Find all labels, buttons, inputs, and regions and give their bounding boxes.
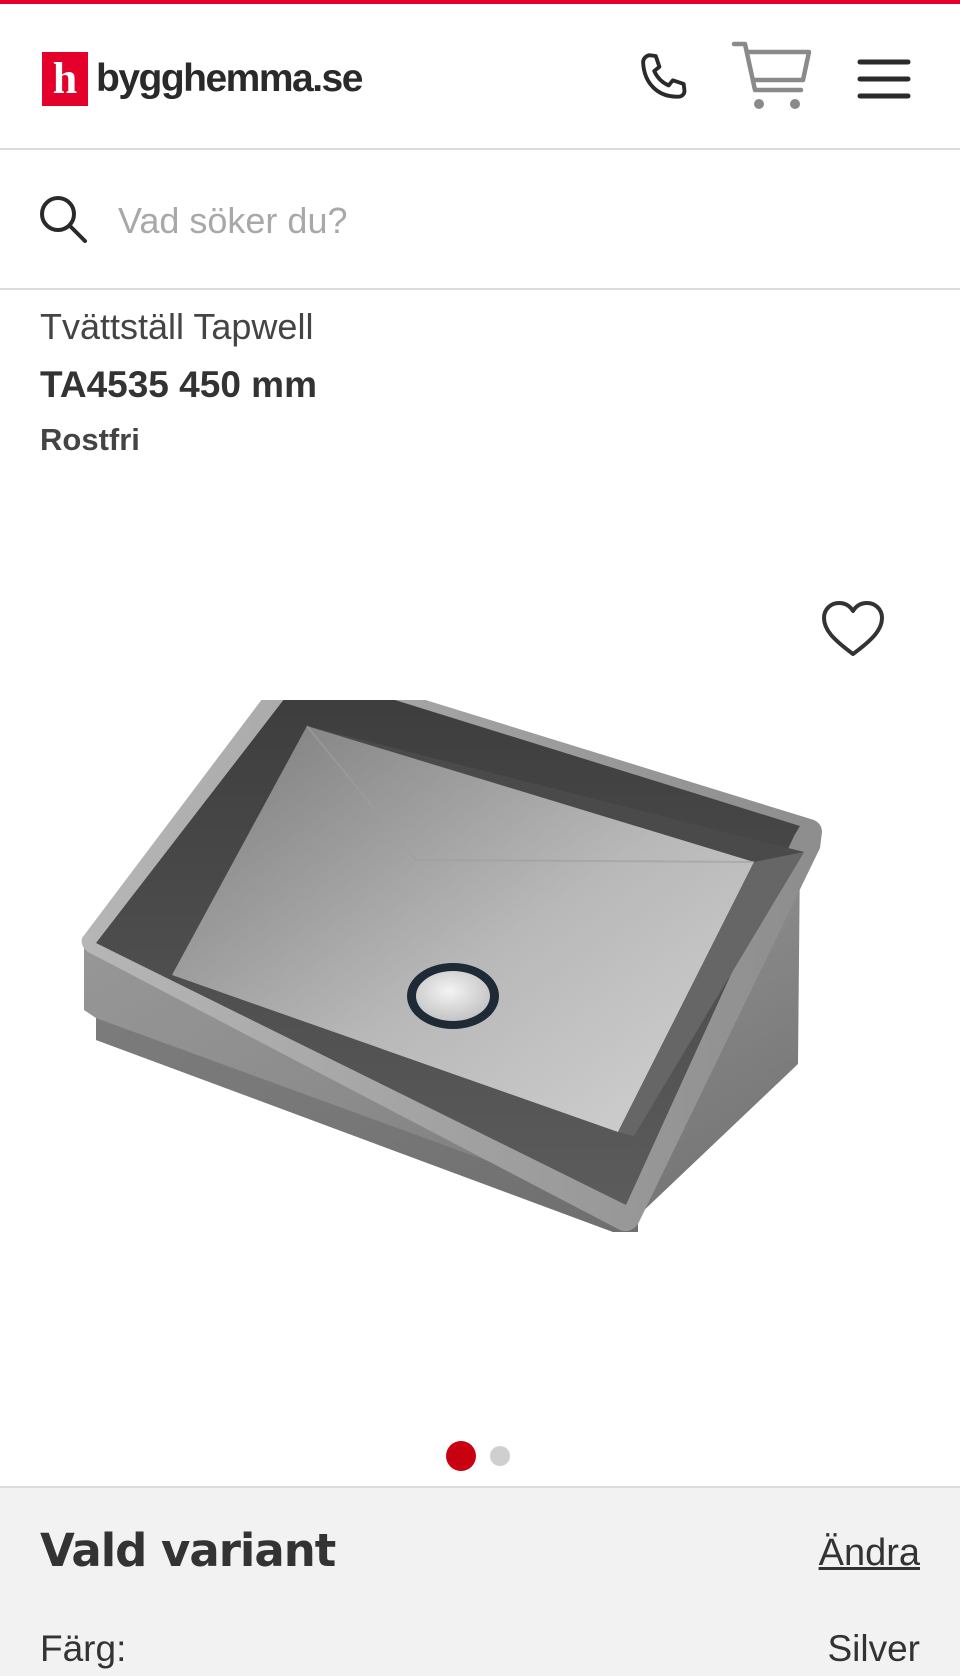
selected-variant-panel: Vald variant Ändra Färg: Silver — [0, 1486, 960, 1676]
change-variant-link[interactable]: Ändra — [819, 1532, 920, 1575]
product-brand-line: Tvättställ Tapwell — [40, 306, 314, 347]
favorite-heart-icon[interactable] — [820, 600, 886, 660]
menu-icon[interactable] — [856, 52, 912, 106]
product-image-sink[interactable] — [78, 659, 878, 1330]
search-input[interactable] — [118, 192, 898, 250]
variant-attribute-value: Silver — [827, 1628, 920, 1669]
cart-icon[interactable] — [730, 36, 814, 118]
carousel-dot-active[interactable] — [446, 1441, 476, 1471]
search-icon[interactable] — [38, 194, 90, 246]
carousel-dot[interactable] — [490, 1446, 510, 1466]
product-model: TA4535 450 mm — [40, 364, 317, 405]
variant-attribute-label: Färg: — [40, 1628, 127, 1669]
site-header: h bygghemma.se — [0, 4, 960, 150]
phone-icon[interactable] — [630, 46, 696, 112]
logo-wordmark: bygghemma.se — [96, 57, 363, 100]
logo-mark: h — [42, 52, 88, 106]
variant-title: Vald variant — [40, 1524, 336, 1577]
product-heading: Tvättställ Tapwell TA4535 450 mm Rostfri — [40, 300, 920, 464]
image-carousel-dots — [446, 1440, 510, 1472]
product-color: Rostfri — [40, 422, 140, 457]
site-logo[interactable]: h bygghemma.se — [42, 50, 363, 108]
search-bar — [0, 152, 960, 290]
